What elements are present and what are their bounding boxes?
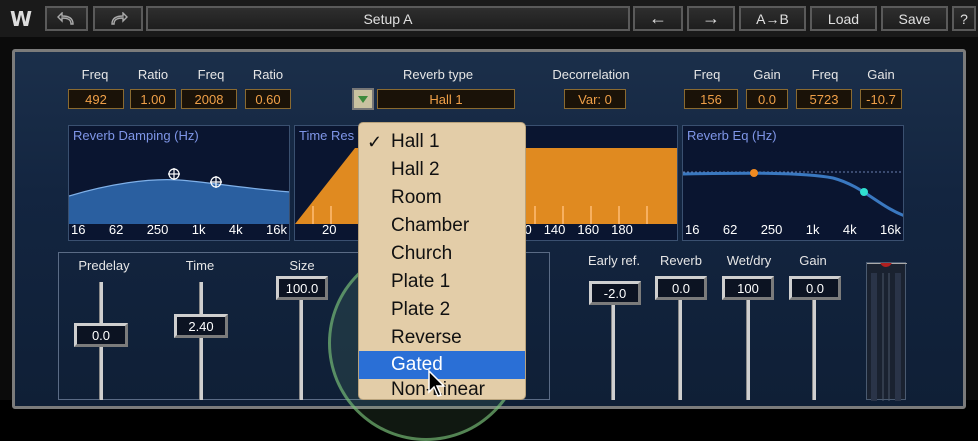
reverb-type-label: Reverb type (402, 67, 474, 82)
tick-label: 140 (543, 222, 566, 237)
wet-dry-fader[interactable] (746, 300, 750, 400)
reverb-level-fader[interactable] (678, 300, 682, 400)
prev-setup-button[interactable]: ← (633, 6, 683, 31)
reverb-type-value[interactable]: Hall 1 (377, 89, 515, 109)
gain-fader[interactable] (812, 300, 816, 400)
decorrelation-label: Decorrelation (552, 67, 630, 82)
tick-label: 250 (760, 222, 783, 237)
menu-item[interactable]: Reverse (359, 324, 525, 352)
size-label: Size (289, 258, 315, 273)
tick-label: 160 (577, 222, 600, 237)
eq-gain2-value[interactable]: -10.7 (860, 89, 902, 109)
menu-item[interactable]: Church (359, 240, 525, 268)
undo-button[interactable] (45, 6, 88, 31)
damping-tick-labels: 16 62 250 1k 4k 16k (69, 222, 289, 240)
waves-logo-icon: W (9, 7, 33, 31)
early-ref-fader[interactable] (611, 300, 615, 400)
eq-freq2-value[interactable]: 5723 (796, 89, 852, 109)
early-ref-label: Early ref. (587, 253, 640, 268)
setup-name-field[interactable]: Setup A (146, 6, 630, 31)
tick-label: 4k (228, 222, 243, 237)
tick-label: 62 (108, 222, 124, 237)
menu-item[interactable]: Plate 1 (359, 268, 525, 296)
undo-icon (56, 11, 74, 25)
tick-label: 16k (879, 222, 901, 237)
reverb-damping-graph[interactable]: Reverb Damping (Hz) 16 62 250 1k 4k 16k (68, 125, 290, 241)
eq-gain2-label: Gain (867, 67, 895, 82)
reverb-type-menu: ✓ Hall 1 Hall 2 Room Chamber Church Plate… (358, 122, 526, 400)
redo-button[interactable] (93, 6, 143, 31)
eq-freq1-label: Freq (693, 67, 721, 82)
next-setup-button[interactable]: → (687, 6, 735, 31)
damping-ratio1-value[interactable]: 1.00 (130, 89, 176, 109)
damping-ratio2-value[interactable]: 0.60 (245, 89, 291, 109)
gain-label: Gain (799, 253, 827, 268)
damping-ratio2-label: Ratio (252, 67, 284, 82)
menu-item[interactable]: Chamber (359, 212, 525, 240)
predelay-label: Predelay (78, 258, 130, 273)
damping-graph-title: Reverb Damping (Hz) (73, 128, 199, 143)
help-button[interactable]: ? (952, 6, 976, 31)
size-value[interactable]: 100.0 (276, 276, 328, 300)
tick-label: 1k (191, 222, 206, 237)
gain-value[interactable]: 0.0 (789, 276, 841, 300)
tick-label: 1k (805, 222, 820, 237)
wet-dry-value[interactable]: 100 (722, 276, 774, 300)
dropdown-arrow-icon (358, 96, 368, 103)
eq-gain1-value[interactable]: 0.0 (746, 89, 788, 109)
reverb-level-label: Reverb (660, 253, 702, 268)
tick-label: 20 (322, 222, 337, 237)
damping-freq2-label: Freq (197, 67, 225, 82)
decorrelation-value[interactable]: Var: 0 (564, 89, 626, 109)
menu-item[interactable]: ✓ Hall 1 (359, 128, 525, 156)
reverb-level-value[interactable]: 0.0 (655, 276, 707, 300)
output-meter (866, 262, 907, 401)
size-fader[interactable] (299, 300, 303, 400)
save-button[interactable]: Save (881, 6, 948, 31)
load-button[interactable]: Load (810, 6, 877, 31)
time-fader[interactable] (199, 282, 203, 400)
tick-label: 250 (146, 222, 169, 237)
time-label: Time (185, 258, 215, 273)
early-ref-value[interactable]: -2.0 (589, 281, 641, 305)
ab-compare-button[interactable]: A→B (739, 6, 806, 31)
mouse-cursor-icon (428, 370, 446, 397)
time-graph-title: Time Res (299, 128, 355, 143)
damping-freq2-value[interactable]: 2008 (181, 89, 237, 109)
tick-label: 16 (71, 222, 86, 237)
tick-label: 4k (842, 222, 857, 237)
eq-tick-labels: 16 62 250 1k 4k 16k (683, 222, 903, 240)
redo-icon (111, 11, 128, 25)
tick-label: 62 (722, 222, 738, 237)
reverb-eq-graph[interactable]: Reverb Eq (Hz) 16 62 250 1k 4k 16k (682, 125, 904, 241)
damping-ratio1-label: Ratio (137, 67, 169, 82)
checkmark-icon: ✓ (367, 131, 383, 152)
wet-dry-label: Wet/dry (726, 253, 772, 268)
toolbar: W Setup A ← → A→B Load Save ? (0, 0, 978, 37)
eq-gain1-label: Gain (753, 67, 781, 82)
eq-freq2-label: Freq (811, 67, 839, 82)
damping-freq1-value[interactable]: 492 (68, 89, 124, 109)
menu-item[interactable]: Plate 2 (359, 296, 525, 324)
eq-graph-title: Reverb Eq (Hz) (687, 128, 777, 143)
damping-freq1-label: Freq (81, 67, 109, 82)
menu-item[interactable]: Room (359, 184, 525, 212)
time-value[interactable]: 2.40 (174, 314, 228, 338)
tick-label: 16 (685, 222, 700, 237)
meter-led-icon (867, 263, 907, 401)
eq-freq1-value[interactable]: 156 (684, 89, 738, 109)
reverb-type-dropdown-button[interactable] (352, 88, 374, 110)
menu-item[interactable]: Hall 2 (359, 156, 525, 184)
tick-label: 180 (611, 222, 633, 237)
predelay-value[interactable]: 0.0 (74, 323, 128, 347)
tick-label: 16k (265, 222, 287, 237)
